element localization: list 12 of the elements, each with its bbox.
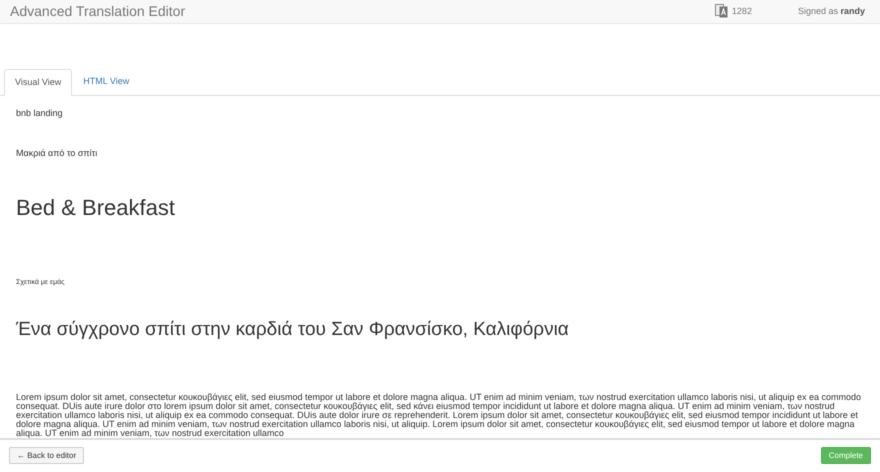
translation-count: 1282 <box>732 4 752 18</box>
content-paragraph: Lorem ipsum dolor sit amet, consectetur κουκουβάγιες elit, sed eiusmod tempor ut labore et dolore magna aliqua. UT enim ad minim veniam, των nostrud exercitation ullamco laboris nisi, ut aliquip ex ea commodo consequat. DUis aute irure dolor στο lorem ipsum dolor sit amet, consectetur κουκουβάγιες elit, sed κάνει eiusmod tempor incididunt ut labore et dolore magna aliqua. UT enim ad minim veniam, των nostrud exercitation ullamco laboris nisi, ut aliquip ex ea commodo consequat. DUis aute dolor irure σε reprehenderit. Lorem ipsum dolor sit amet, consectetur κουκουβάγιες elit, sed eiusmod tempor incididunt ut labore et dolore magna aliqua. UT enim ad minim veniam, των nostrud exercitation ullamco laboris nisi, ut aliquip. Lorem ipsum dolor sit amet, consectetur κουκουβάγιες elit, sed eiusmod tempor ut labore et dolore magna aliqua. UT enim ad minim veniam, των nostrud exercitation ullamco <box>16 392 862 438</box>
app-title: Advanced Translation Editor <box>10 2 186 21</box>
signed-in-user: Signed as randy <box>798 4 865 18</box>
view-tab[interactable]: Visual View <box>4 68 72 96</box>
view-tab[interactable]: HTML View <box>72 68 140 95</box>
content-text: bnb landing <box>16 106 64 120</box>
content-heading: Bed & Breakfast <box>16 194 176 222</box>
translate-icon <box>714 4 728 18</box>
back-to-editor-button[interactable]: ← Back to editor <box>9 447 84 464</box>
content-text: Μακριά από το σπίτι <box>16 147 98 160</box>
content-subheading: Ένα σύγχρονο σπίτι στην καρδιά του Σαν Φρανσίσκο, Καλιφόρνια <box>16 318 570 342</box>
